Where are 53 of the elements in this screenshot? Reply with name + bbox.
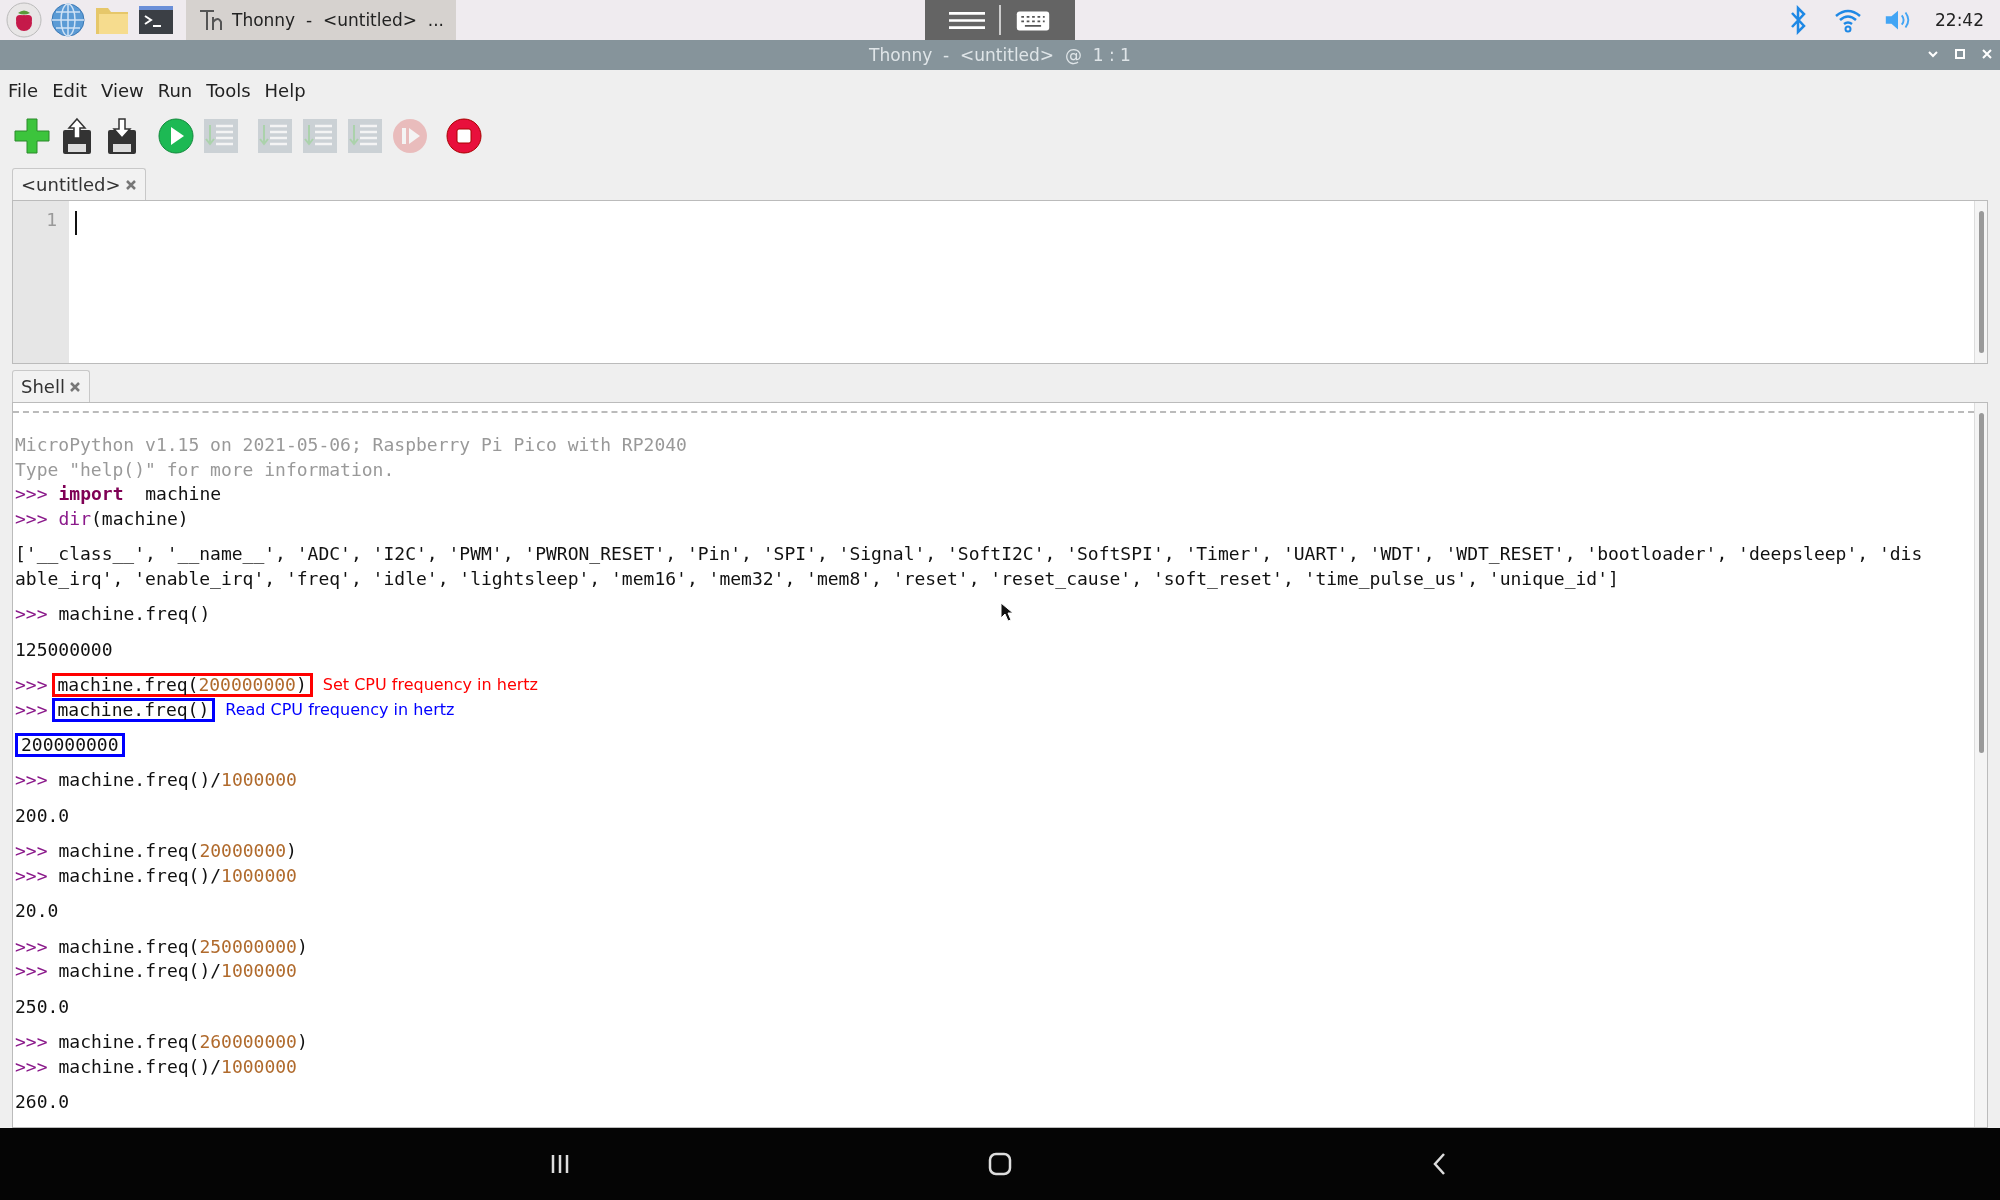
menu-item[interactable]: File [8, 79, 39, 101]
shell-line: 250.0 [15, 994, 70, 1019]
shell-line: 200.0 [15, 803, 70, 828]
highlighted-code: machine.freq(200000000) [51, 673, 313, 698]
shell-prompt: >>> [15, 673, 48, 697]
shell-line: ['__class__', '__name__', 'ADC', 'I2C', 'PWM', 'PWRON_RESET', 'Pin', 'SPI', 'Signal', 'SoftI2C', 'SoftSPI', 'Timer', 'UART', 'WDT', 'WDT_RESET', 'bootloader', 'deepsleep', 'dis [15, 542, 1923, 566]
shell-line: >>> machine.freq(260000000) [15, 1030, 308, 1054]
menu-item[interactable]: Edit [52, 79, 87, 101]
menu-item[interactable]: View [101, 79, 144, 101]
scrollbar[interactable] [1974, 403, 1987, 1127]
shell-line: >>> dir(machine) [15, 506, 189, 531]
close-icon[interactable] [68, 380, 81, 393]
mouse-pointer-icon [1000, 602, 1014, 622]
highlighted-code: 200000000 [15, 733, 125, 757]
shell-line: >>> machine.freq() [15, 602, 211, 626]
shell-panel[interactable] [12, 402, 1988, 1128]
shell-line: able_irq', 'enable_irq', 'freq', 'idle', 'lightsleep', 'mem16', 'mem32', 'mem8', 'reset', 'reset_cause', 'soft_reset', 'time_pulse_us', 'unique_id'] [15, 566, 1619, 591]
taskbar-window-button[interactable]: Thonny - <untitled> ... [186, 0, 456, 40]
close-icon[interactable] [1980, 47, 1994, 61]
annotation-text: Read CPU frequency in hertz [225, 698, 455, 721]
shell-line: >>> machine.freq()/1000000 [15, 863, 297, 888]
menu-item[interactable]: Tools [206, 79, 251, 101]
scrollbar[interactable] [1974, 201, 1987, 363]
maximize-icon[interactable] [1953, 47, 1967, 61]
close-icon[interactable] [124, 178, 137, 191]
stop-icon[interactable] [444, 116, 484, 156]
shell-line: 260.0 [15, 1090, 70, 1114]
shell-line: >>> machine.freq()/1000000 [15, 768, 297, 792]
shell-line: 125000000 [15, 637, 113, 662]
highlighted-code: machine.freq() [51, 697, 216, 722]
editor-tab[interactable]: <untitled> [12, 168, 146, 200]
text-cursor [75, 211, 77, 235]
shell-tab[interactable]: Shell [12, 370, 90, 402]
shell-line: Type "help()" for more information. [15, 457, 395, 482]
shell-line: MicroPython v1.15 on 2021-05-06; Raspberry Pi Pico with RP2040 [15, 433, 687, 457]
shell-line: >>> machine.freq(20000000) [15, 839, 297, 863]
clock-text: 22:42 [1935, 10, 1984, 30]
shell-line: >>> machine.freq(250000000) [15, 934, 308, 959]
shell-prompt: >>> [15, 697, 48, 722]
plus-icon[interactable] [12, 116, 52, 156]
shell-line: 20.0 [15, 899, 59, 923]
window-title: Thonny - <untitled> @ 1 : 1 [869, 45, 1131, 65]
raspberry-icon[interactable] [6, 2, 42, 38]
menu-item[interactable]: Run [157, 79, 193, 101]
annotation-text: Set CPU frequency in hertz [322, 674, 538, 696]
play-icon[interactable] [156, 116, 196, 156]
shell-line: >>> machine.freq()/1000000 [15, 959, 297, 983]
line-number: 1 [46, 209, 57, 230]
shell-line: >>> machine.freq()/1000000 [15, 1054, 297, 1079]
globe-icon[interactable] [50, 2, 86, 38]
menu-item[interactable]: Help [264, 79, 306, 101]
shell-line: >>> import machine [15, 482, 222, 506]
thonny-icon [198, 7, 224, 33]
